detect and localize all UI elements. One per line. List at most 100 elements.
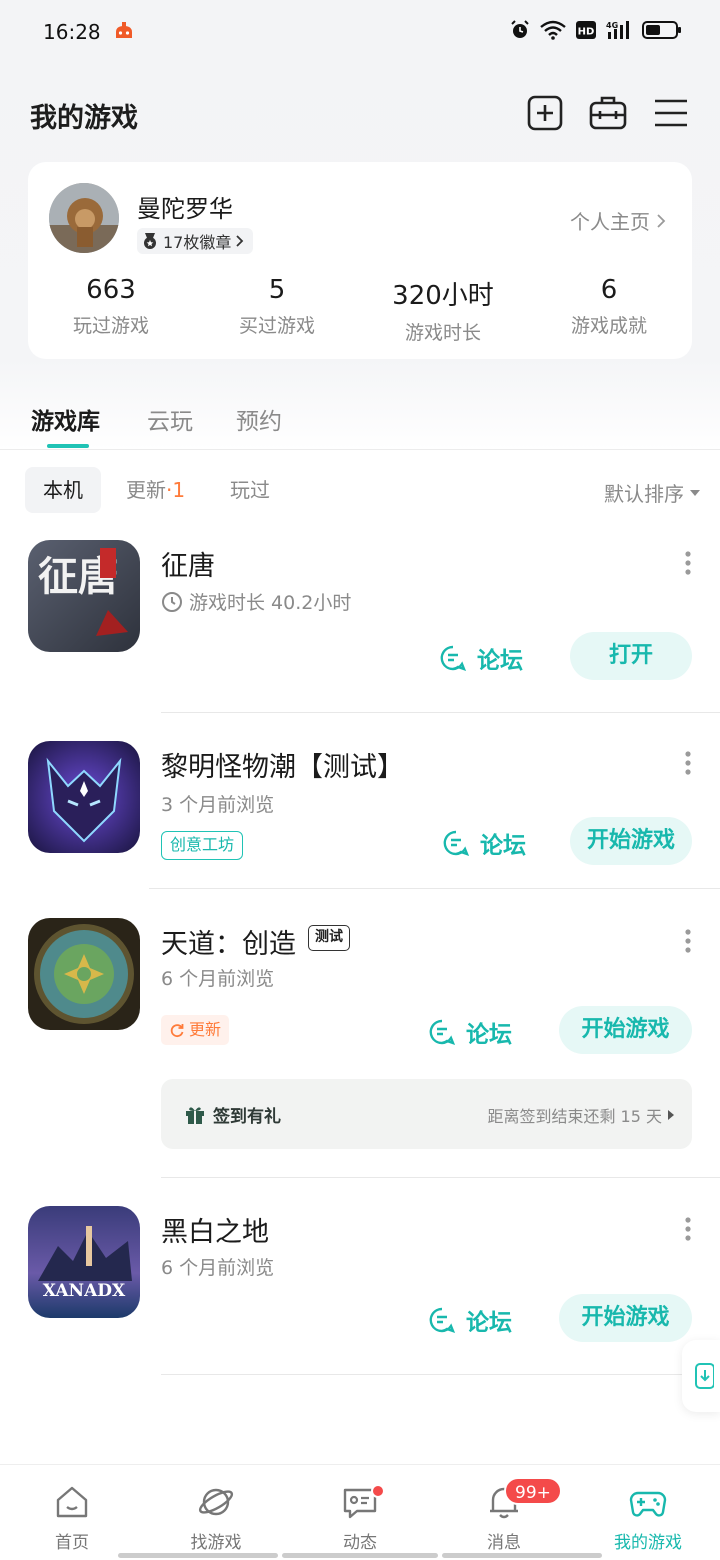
wifi-icon (540, 20, 566, 40)
svg-text:HD: HD (578, 27, 595, 38)
stat-label: 玩过游戏 (72, 315, 149, 337)
svg-text:4G: 4G (606, 21, 618, 30)
stat-label: 买过游戏 (238, 315, 315, 337)
caret-right-icon (668, 1110, 674, 1120)
stat-bought[interactable]: 5 买过游戏 (194, 275, 360, 345)
tab-game-library[interactable]: 游戏库 (31, 402, 100, 436)
tab-cloud-play[interactable]: 云玩 (147, 402, 193, 436)
filter-updates[interactable]: 更新·1 (108, 467, 203, 513)
game-title[interactable]: 黎明怪物潮【测试】 (161, 745, 404, 784)
chevron-right-icon (236, 235, 244, 247)
filter-played[interactable]: 玩过 (212, 467, 288, 513)
forum-label: 论坛 (480, 833, 526, 859)
game-last-viewed: 6 个月前浏览 (161, 1257, 275, 1279)
more-options-icon[interactable] (684, 550, 692, 576)
game-last-viewed: 6 个月前浏览 (161, 968, 275, 990)
filter-local[interactable]: 本机 (25, 467, 101, 513)
nav-label: 首页 (55, 1533, 89, 1553)
stat-achievements[interactable]: 6 游戏成就 (526, 275, 692, 345)
toolbox-icon[interactable] (589, 94, 627, 132)
nav-my-games[interactable]: 我的游戏 (576, 1465, 720, 1560)
forum-button[interactable]: 论坛 (442, 826, 526, 860)
nav-label: 消息 (487, 1533, 521, 1553)
forum-button[interactable]: 论坛 (428, 1015, 512, 1049)
badges-link[interactable]: 17枚徽章 (137, 228, 254, 254)
divider (161, 1374, 720, 1375)
forum-icon (429, 1307, 456, 1333)
game-playtime: 游戏时长 40.2小时 (161, 588, 351, 615)
forum-button[interactable]: 论坛 (439, 641, 523, 675)
main-tabs: 游戏库 云玩 预约 (0, 400, 720, 450)
game-playtime-text: 游戏时长 40.2小时 (189, 592, 352, 614)
game-icon-tiandao[interactable] (28, 918, 140, 1030)
forum-icon (429, 1019, 456, 1045)
nav-label: 找游戏 (190, 1533, 242, 1553)
forum-button[interactable]: 论坛 (428, 1303, 512, 1337)
menu-icon[interactable] (652, 94, 690, 132)
profile-stats: 663 玩过游戏 5 买过游戏 320小时 游戏时长 6 游戏成就 (28, 275, 692, 345)
open-game-button[interactable]: 打开 (570, 632, 692, 680)
signin-countdown: 距离签到结束还剩 15 天 (487, 1103, 674, 1127)
nav-label: 动态 (343, 1533, 377, 1553)
clock-icon (162, 591, 182, 612)
caret-down-icon (690, 489, 700, 496)
stat-value: 320小时 (392, 281, 494, 311)
status-bar: 16:28 HD 4G (0, 0, 720, 64)
divider (149, 888, 720, 889)
game-title[interactable]: 征唐 (161, 544, 215, 583)
update-tag[interactable]: 更新 (161, 1015, 230, 1045)
signin-reward-banner[interactable]: 签到有礼 距离签到结束还剩 15 天 (161, 1079, 692, 1149)
sort-dropdown[interactable]: 默认排序 (604, 478, 700, 507)
page-title: 我的游戏 (30, 103, 138, 134)
avatar[interactable] (49, 183, 119, 253)
start-game-button[interactable]: 开始游戏 (559, 1006, 692, 1054)
signin-label-text: 签到有礼 (213, 1107, 281, 1127)
add-game-icon[interactable] (526, 94, 564, 132)
cellular-signal-icon: 4G (606, 21, 629, 39)
avatar-image (49, 183, 119, 253)
stat-value: 6 (600, 275, 618, 305)
nav-discover[interactable]: 找游戏 (144, 1465, 288, 1560)
nav-home[interactable]: 首页 (0, 1465, 144, 1560)
game-icon-dawn-monsters[interactable] (28, 741, 140, 853)
profile-homepage-link[interactable]: 个人主页 (570, 206, 666, 235)
nav-messages[interactable]: 99+ 消息 (432, 1465, 576, 1560)
floating-download-tab[interactable] (682, 1340, 720, 1412)
battery-icon (642, 21, 681, 39)
profile-homepage-label: 个人主页 (570, 210, 650, 234)
start-game-button[interactable]: 开始游戏 (559, 1294, 692, 1342)
creative-workshop-tag[interactable]: 创意工坊 (161, 831, 244, 860)
hd-icon: HD (576, 21, 596, 39)
game-icon-xanadu[interactable]: XANADX (28, 1206, 140, 1318)
nav-feed[interactable]: 动态 (288, 1465, 432, 1560)
medal-icon (144, 233, 156, 249)
gesture-bar (118, 1553, 278, 1558)
start-game-button[interactable]: 开始游戏 (570, 817, 692, 865)
sort-label: 默认排序 (604, 482, 684, 506)
gesture-bar (442, 1553, 602, 1558)
stat-label: 游戏时长 (404, 322, 481, 344)
gesture-bar (282, 1553, 438, 1558)
more-options-icon[interactable] (684, 928, 692, 954)
game-icon-image: XANADX (28, 1206, 140, 1318)
username[interactable]: 曼陀罗华 (137, 189, 233, 224)
bottom-navigation: 首页 找游戏 动态 99+ 消息 我的游戏 (0, 1464, 720, 1560)
game-title[interactable]: 黑白之地 (161, 1210, 269, 1249)
signin-label: 签到有礼 (185, 1102, 281, 1127)
test-tag: 测试 (308, 925, 350, 951)
stat-playtime[interactable]: 320小时 游戏时长 (360, 275, 526, 345)
game-title[interactable]: 天道：创造 (161, 922, 296, 961)
more-options-icon[interactable] (684, 1216, 692, 1242)
tab-reservations[interactable]: 预约 (236, 402, 282, 436)
app-notification-icon (116, 22, 132, 38)
status-icons: HD 4G (510, 20, 682, 40)
more-options-icon[interactable] (684, 750, 692, 776)
game-icon-image (28, 741, 140, 853)
game-icon-zhengtang[interactable]: 征唐 (28, 540, 140, 652)
forum-icon (440, 645, 467, 671)
gift-icon (186, 1106, 204, 1124)
game-icon-image: 征唐 (28, 540, 140, 652)
stat-played[interactable]: 663 玩过游戏 (28, 275, 194, 345)
game-icon-image (28, 918, 140, 1030)
home-icon (56, 1486, 88, 1518)
